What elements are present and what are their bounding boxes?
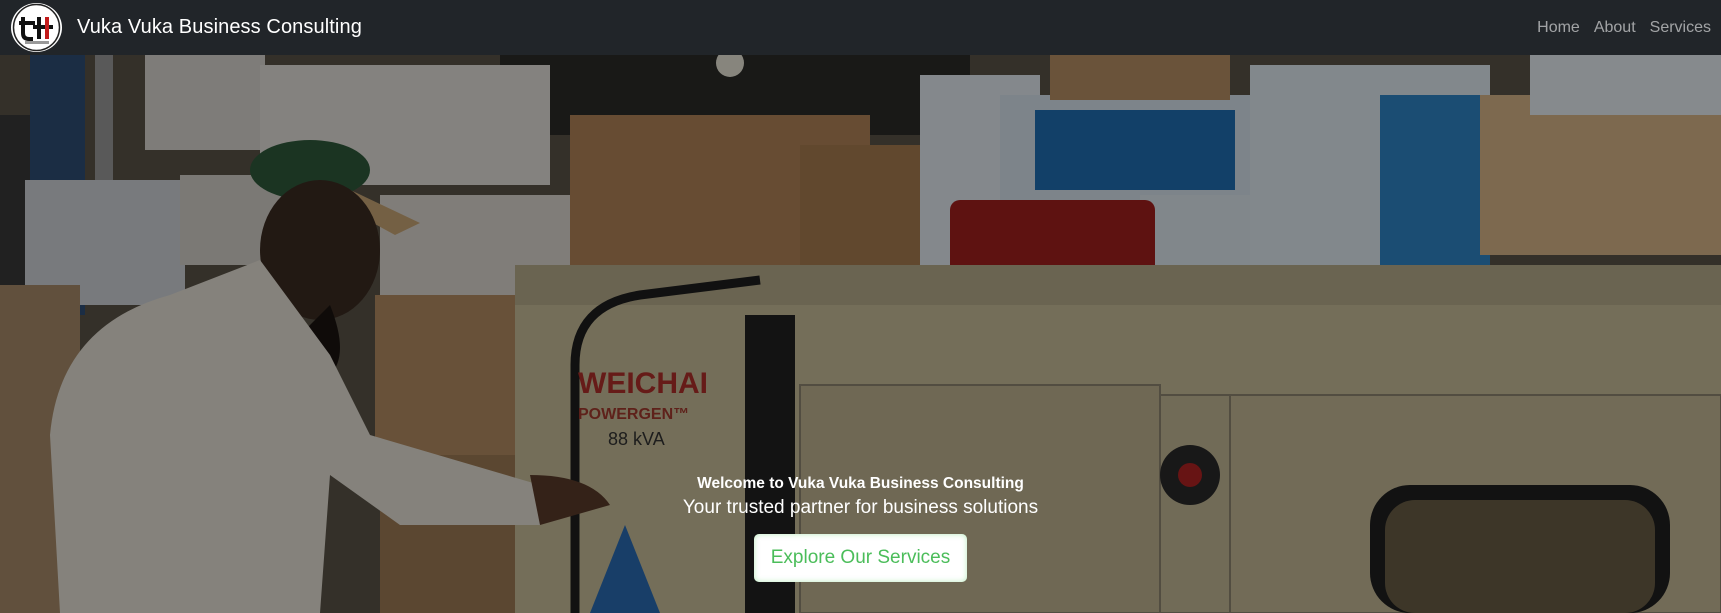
nav-link-services[interactable]: Services <box>1650 19 1711 37</box>
nav-link-about[interactable]: About <box>1594 19 1636 37</box>
hero-content: Welcome to Vuka Vuka Business Consulting… <box>0 475 1721 582</box>
hero-title: Welcome to Vuka Vuka Business Consulting <box>697 475 1024 492</box>
nav-link-home[interactable]: Home <box>1537 19 1580 37</box>
nav-links: Home About Services <box>1537 19 1711 37</box>
brand-name: Vuka Vuka Business Consulting <box>77 16 362 38</box>
explore-services-button[interactable]: Explore Our Services <box>754 534 967 582</box>
top-navbar: Vuka Vuka Business Consulting Home About… <box>0 0 1721 55</box>
hero-subtitle: Your trusted partner for business soluti… <box>682 497 1039 518</box>
company-logo <box>11 3 62 52</box>
brand-link[interactable]: Vuka Vuka Business Consulting <box>11 3 362 52</box>
logo-mark-icon <box>12 3 61 52</box>
hero-section: WEICHAI POWERGEN™ 88 kVA Welcome to Vuka… <box>0 55 1721 613</box>
